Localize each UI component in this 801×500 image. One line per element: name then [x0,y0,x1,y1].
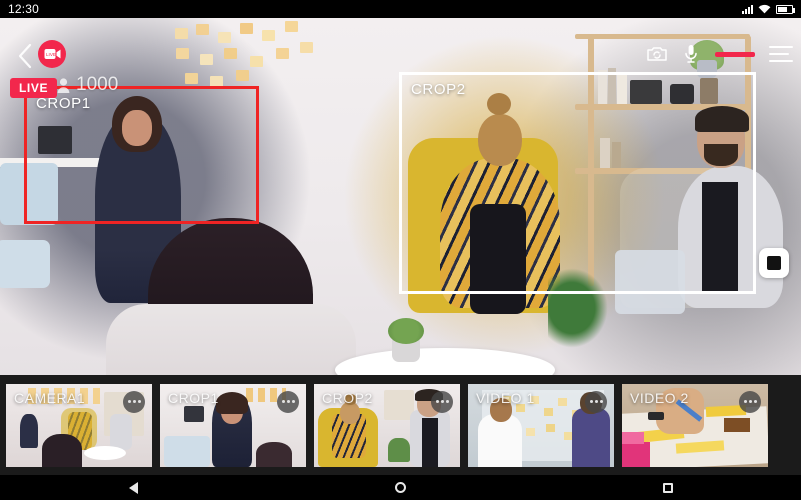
signal-icon [742,4,753,14]
more-options-icon[interactable] [277,390,299,413]
camera-switch-glyph [647,47,667,61]
source-thumbnail-label: CROP2 [322,389,373,406]
status-bar-clock: 12:30 [8,2,40,16]
more-options-icon[interactable] [431,390,453,413]
more-options-icon[interactable] [585,390,607,413]
source-thumbnail-label: VIDEO 1 [476,389,535,406]
source-thumbnail-label: VIDEO 2 [630,389,689,406]
crop-overlay-crop2[interactable]: CROP2 [399,72,756,294]
stop-record-icon [767,256,781,270]
viewer-count-value: 1000 [76,74,119,95]
back-button[interactable] [14,42,36,70]
more-options-icon[interactable] [123,390,145,413]
status-bar-icons [742,4,795,14]
svg-text:LIVE: LIVE [46,52,56,57]
viewer-count-group: 1000 [57,74,118,96]
stop-record-button[interactable] [759,248,789,278]
microphone-glyph [685,45,697,63]
live-status-badge: LIVE [10,78,58,98]
square-recents-icon[interactable] [662,482,673,493]
live-camera-button[interactable]: LIVE [38,40,66,68]
source-thumbnail-crop1[interactable]: CROP1 [160,383,306,467]
status-bar: 12:30 [0,0,801,18]
source-thumbnail-camera1[interactable]: CAMERA1 [6,383,152,467]
triangle-back-icon[interactable] [128,481,138,494]
battery-icon [776,4,795,14]
wifi-icon [758,4,771,14]
audio-level-meter[interactable] [715,51,755,57]
microphone-icon[interactable] [681,44,701,64]
source-thumbnail-label: CROP1 [168,389,219,406]
camera-switch-icon[interactable] [647,44,667,64]
crop-overlay-label: CROP2 [411,81,466,98]
source-thumbnail-strip[interactable]: CAMERA1 CROP1 CROP2 VIDEO 1 VIDEO 2 [0,375,801,475]
hamburger-menu-icon[interactable] [769,46,793,62]
live-video-camera-icon: LIVE [44,49,60,59]
person-icon [57,77,70,93]
crop-overlay-crop1[interactable]: CROP1 [24,86,259,224]
chevron-left-icon [18,43,32,69]
android-navigation-bar [0,475,801,500]
source-thumbnail-video1[interactable]: VIDEO 1 [468,383,614,467]
top-right-controls [647,44,793,64]
more-options-icon[interactable] [739,390,761,413]
live-preview-stage[interactable]: CROP1 CROP2 LIVE LIVE 1000 [0,18,801,375]
source-thumbnail-crop2[interactable]: CROP2 [314,383,460,467]
device-screen: 12:30 CROP1 CROP2 LIVE LIVE 1000 CAMERA1… [0,0,801,500]
source-thumbnail-label: CAMERA1 [14,389,86,406]
source-thumbnail-video2[interactable]: VIDEO 2 [622,383,768,467]
circle-home-icon[interactable] [394,482,406,493]
